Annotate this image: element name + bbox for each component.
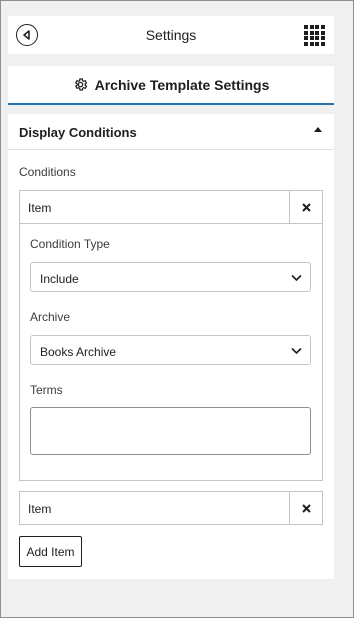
tab-archive-template-settings[interactable]: Archive Template Settings — [8, 66, 334, 105]
terms-input[interactable] — [30, 407, 311, 455]
archive-value: Books Archive — [40, 345, 117, 359]
gear-icon — [74, 78, 87, 91]
item-label: Item — [28, 502, 52, 516]
repeater-item-body: Condition Type Include Archive Books Arc… — [19, 224, 323, 481]
archive-label: Archive — [30, 310, 71, 324]
terms-label: Terms — [30, 383, 63, 397]
repeater-item-header[interactable]: Item — [19, 190, 323, 224]
grid-menu-icon[interactable] — [304, 25, 325, 46]
add-item-button[interactable]: Add Item — [19, 536, 82, 567]
conditions-label: Conditions — [19, 165, 76, 179]
repeater-item-header[interactable]: Item — [19, 491, 323, 525]
display-conditions-toggle[interactable]: Display Conditions — [8, 114, 334, 150]
settings-header: Settings — [8, 16, 334, 54]
chevron-down-icon — [291, 274, 302, 282]
tab-label: Archive Template Settings — [94, 76, 270, 93]
item-label: Item — [28, 201, 52, 215]
condition-type-select[interactable]: Include — [30, 262, 311, 292]
caret-up-icon — [314, 127, 322, 132]
archive-select[interactable]: Books Archive — [30, 335, 311, 365]
display-conditions-panel: Display Conditions Conditions Item Condi… — [8, 114, 334, 579]
page-title: Settings — [145, 27, 197, 43]
remove-item-button[interactable] — [289, 191, 322, 223]
section-title: Display Conditions — [19, 125, 137, 140]
close-icon — [301, 202, 311, 212]
chevron-down-icon — [291, 347, 302, 355]
close-icon — [301, 503, 311, 513]
condition-type-label: Condition Type — [30, 237, 110, 251]
back-circle-icon[interactable] — [16, 24, 38, 46]
condition-type-value: Include — [40, 272, 79, 286]
remove-item-button[interactable] — [289, 492, 322, 524]
